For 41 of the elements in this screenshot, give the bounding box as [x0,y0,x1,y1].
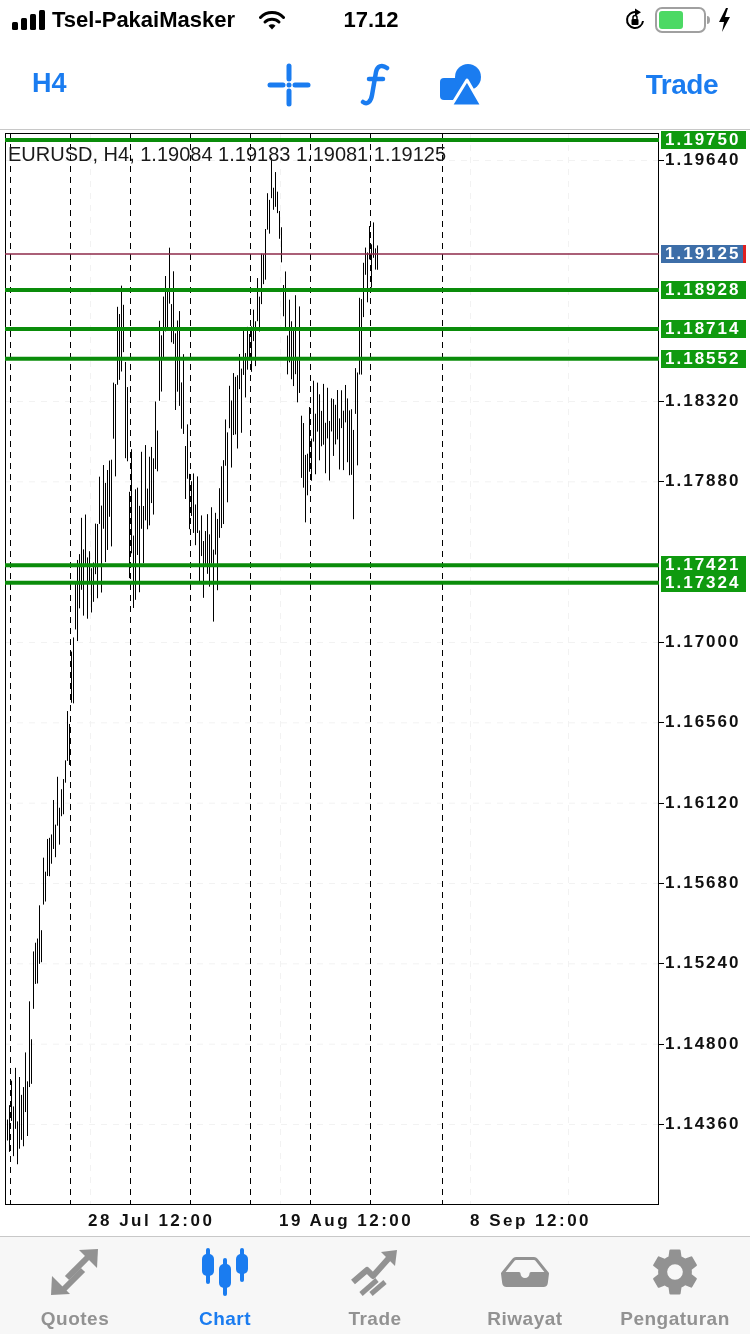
tab[interactable]: Trade [300,1237,450,1334]
price-axis-label: 1.16560 [665,712,741,733]
trade-button[interactable]: Trade [645,70,718,99]
price-axis-label: 1.17880 [665,471,741,492]
level-price-label: 1.18714 [661,320,746,339]
charging-bolt-icon [719,8,730,32]
shapes-icon[interactable] [439,62,483,107]
level-price-label: 1.19750 [661,130,746,149]
price-axis-label: 1.14360 [665,1114,741,1134]
function-icon[interactable] [360,62,390,107]
level-price-label: 1.18552 [661,349,746,368]
tab[interactable]: Chart [150,1237,300,1334]
level-price-label: 1.17421 [661,556,746,575]
price-axis-label: 1.14800 [665,1033,741,1054]
wifi-icon [259,10,286,30]
candlestick-icon [199,1248,251,1296]
double-arrow-icon [49,1248,101,1296]
signal-icon [12,10,46,30]
tab[interactable]: Quotes [0,1237,150,1334]
price-chart[interactable] [5,133,659,1205]
rotation-lock-icon [623,8,647,32]
chart-symbol-info: EURUSD, H4, 1.19084 1.19183 1.19081 1.19125 [8,144,447,164]
crosshair-icon[interactable] [267,62,311,107]
current-price-label: 1.19125 [661,245,746,263]
gear-icon [650,1247,700,1297]
carrier-name: Tsel-PakaiMasker [52,9,236,31]
price-axis-label: 1.15240 [665,953,741,974]
price-axis-label: 1.19640 [665,150,741,170]
timeframe-button[interactable]: H4 [32,70,67,97]
price-axis-label: 1.16120 [665,792,741,813]
time-axis-label: 28 Jul 12:00 [88,1211,215,1230]
price-axis-label: 1.15680 [665,873,741,893]
time-axis-label: 8 Sep 12:00 [470,1211,592,1230]
price-axis-label: 1.18320 [665,391,741,411]
level-price-label: 1.18928 [661,281,746,299]
tab[interactable]: Pengaturan [600,1237,750,1334]
price-axis-label: 1.17000 [665,632,741,652]
time-axis-label: 19 Aug 12:00 [279,1211,414,1230]
battery-icon [655,7,711,33]
clock-time: 17.12 [343,9,399,31]
tab[interactable]: Riwayat [450,1237,600,1334]
